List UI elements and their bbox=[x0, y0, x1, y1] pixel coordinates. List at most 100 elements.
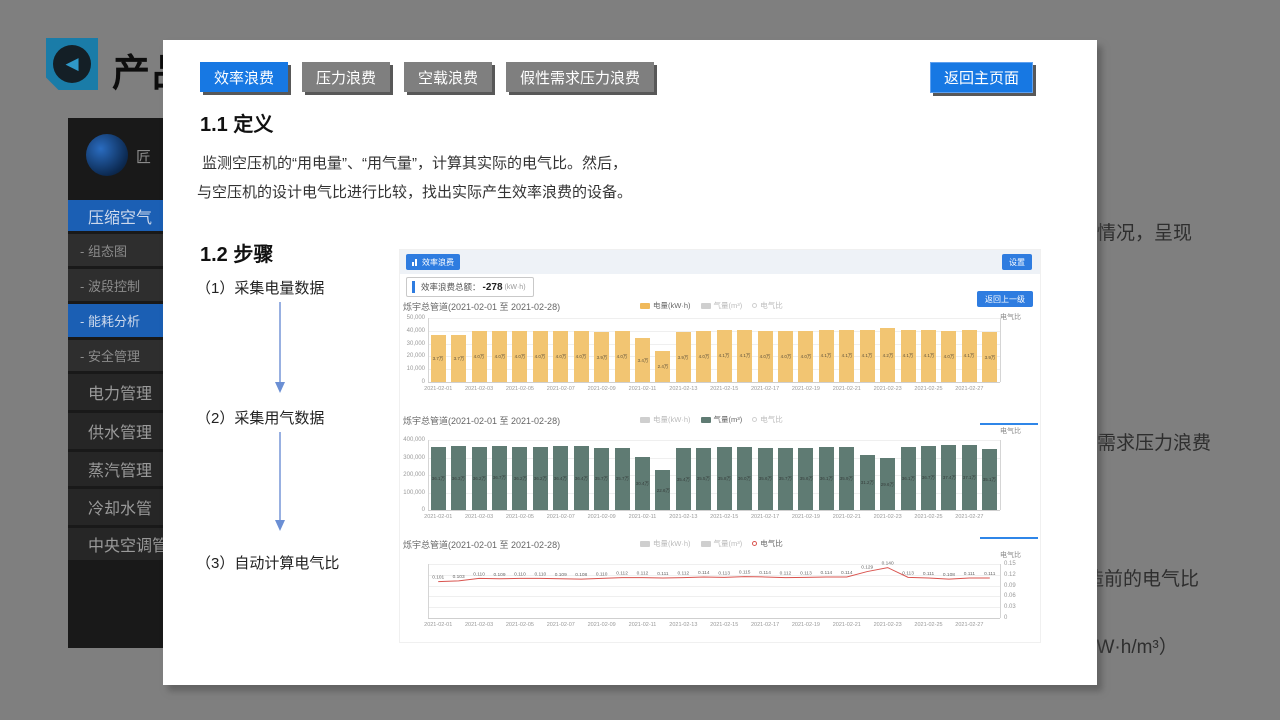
x-axis-tick: 2021-02-27 bbox=[955, 386, 983, 392]
legend-item[interactable]: 电气比 bbox=[752, 538, 783, 549]
right-axis-tick: 0.15 bbox=[1004, 561, 1016, 567]
point-label: 0.111 bbox=[923, 571, 935, 577]
x-axis-tick: 2021-02-17 bbox=[751, 514, 779, 520]
tab-efficiency-waste[interactable]: 效率浪费 bbox=[200, 62, 288, 92]
legend-item[interactable]: 电量(kW·h) bbox=[640, 300, 691, 311]
x-axis-tick: 2021-02-07 bbox=[547, 386, 575, 392]
divider-strip bbox=[980, 537, 1038, 539]
settings-button[interactable]: 设置 bbox=[1002, 254, 1032, 270]
bar-label: 37.1万 bbox=[963, 474, 976, 480]
bar: 36.7万 bbox=[492, 446, 507, 510]
tab-pressure-waste[interactable]: 压力浪费 bbox=[302, 62, 390, 92]
bar-label: 4.0万 bbox=[515, 353, 526, 359]
back-level-button[interactable]: 返回上一级 bbox=[977, 291, 1033, 307]
right-axis-tick: 0 bbox=[1004, 615, 1007, 621]
bar-label: 36.3万 bbox=[452, 475, 465, 481]
legend-item[interactable]: 气量(m³) bbox=[701, 300, 743, 311]
bar-label: 36.4万 bbox=[554, 475, 567, 481]
legend-item[interactable]: 电气比 bbox=[752, 300, 783, 311]
bar: 4.0万 bbox=[533, 331, 548, 382]
y-axis-tick: 400,000 bbox=[400, 437, 425, 443]
x-axis-tick: 2021-02-05 bbox=[506, 514, 534, 520]
x-axis-tick: 2021-02-23 bbox=[874, 514, 902, 520]
sidebar: 匠 压缩空气- 组态图- 波段控制- 能耗分析- 安全管理电力管理供水管理蒸汽管… bbox=[68, 118, 163, 648]
bar: 4.0万 bbox=[778, 331, 793, 382]
sidebar-item[interactable]: 中央空调管 bbox=[68, 528, 163, 560]
x-axis-tick: 2021-02-09 bbox=[588, 386, 616, 392]
bar: 35.6万 bbox=[758, 448, 773, 510]
bar-label: 35.4万 bbox=[677, 476, 690, 482]
sidebar-item[interactable]: - 安全管理 bbox=[68, 340, 163, 371]
bar: 4.0万 bbox=[696, 331, 711, 382]
bar: 36.7万 bbox=[921, 446, 936, 510]
sidebar-item[interactable]: 蒸汽管理 bbox=[68, 452, 163, 486]
bar: 3.7万 bbox=[431, 335, 446, 382]
bar: 4.1万 bbox=[901, 330, 916, 382]
x-axis-tick: 2021-02-11 bbox=[629, 386, 657, 392]
bar-label: 4.2万 bbox=[882, 352, 893, 358]
point-label: 0.109 bbox=[555, 572, 567, 578]
bar: 35.6万 bbox=[798, 448, 813, 510]
steps-heading: 1.2 步骤 bbox=[200, 238, 273, 267]
sidebar-item[interactable]: 供水管理 bbox=[68, 413, 163, 449]
legend-item[interactable]: 电气比 bbox=[752, 414, 783, 425]
logo-text: 匠 bbox=[136, 146, 151, 167]
return-home-button[interactable]: 返回主页面 bbox=[930, 62, 1033, 93]
bar-label: 3.7万 bbox=[433, 355, 444, 361]
y-axis-tick: 200,000 bbox=[400, 472, 425, 478]
right-axis-label: 电气比 bbox=[1000, 426, 1021, 436]
bar: 36.4万 bbox=[574, 446, 589, 510]
bar-label: 4.0万 bbox=[555, 353, 566, 359]
sidebar-item[interactable]: - 组态图 bbox=[68, 234, 163, 266]
y-axis-tick: 50,000 bbox=[400, 315, 425, 321]
bar: 4.0万 bbox=[615, 331, 630, 382]
bar: 35.1万 bbox=[982, 449, 997, 510]
back-button[interactable]: ◀ bbox=[46, 38, 98, 90]
point-label: 0.112 bbox=[678, 571, 690, 577]
chart-title: 烁宇总管道(2021-02-01 至 2021-02-28) bbox=[403, 414, 560, 427]
x-axis-tick: 2021-02-25 bbox=[914, 622, 942, 628]
chart-title: 烁宇总管道(2021-02-01 至 2021-02-28) bbox=[403, 300, 560, 313]
bar: 3.9万 bbox=[982, 332, 997, 382]
bar: 36.4万 bbox=[553, 446, 568, 510]
x-axis-tick: 2021-02-19 bbox=[792, 386, 820, 392]
legend-item[interactable]: 电量(kW·h) bbox=[640, 414, 691, 425]
tab-noload-waste[interactable]: 空载浪费 bbox=[404, 62, 492, 92]
point-label: 0.112 bbox=[780, 571, 792, 577]
y-axis-tick: 0 bbox=[400, 507, 425, 513]
bar: 35.9万 bbox=[839, 447, 854, 510]
x-axis-tick: 2021-02-17 bbox=[751, 622, 779, 628]
sidebar-item[interactable]: 压缩空气 bbox=[68, 200, 163, 231]
point-label: 0.109 bbox=[493, 572, 505, 578]
point-label: 0.129 bbox=[861, 565, 873, 571]
sidebar-item[interactable]: 电力管理 bbox=[68, 374, 163, 410]
x-axis-tick: 2021-02-11 bbox=[629, 514, 657, 520]
efficiency-waste-tag[interactable]: 效率浪费 bbox=[406, 254, 460, 270]
down-arrow-icon bbox=[273, 302, 287, 394]
legend-item[interactable]: 气量(m³) bbox=[701, 414, 743, 425]
tab-false-demand-pressure-waste[interactable]: 假性需求压力浪费 bbox=[506, 62, 654, 92]
bar: 4.0万 bbox=[472, 331, 487, 382]
bar-label: 22.6万 bbox=[656, 487, 669, 493]
legend-item[interactable]: 电量(kW·h) bbox=[640, 538, 691, 549]
y-axis-line bbox=[428, 440, 429, 510]
sidebar-item[interactable]: 冷却水管 bbox=[68, 489, 163, 525]
y-axis-line bbox=[428, 318, 429, 382]
x-axis-tick: 2021-02-13 bbox=[669, 622, 697, 628]
x-axis-tick: 2021-02-11 bbox=[629, 622, 657, 628]
bar: 37.1万 bbox=[962, 445, 977, 510]
chart-legend: 电量(kW·h) 气量(m³) 电气比 bbox=[640, 300, 783, 311]
bar-label: 3.4万 bbox=[637, 357, 648, 363]
sidebar-item[interactable]: - 波段控制 bbox=[68, 269, 163, 301]
right-axis-tick: 0.12 bbox=[1004, 572, 1016, 578]
right-axis-label: 电气比 bbox=[1000, 312, 1021, 322]
point-label: 0.113 bbox=[718, 570, 730, 576]
bg-text-fragment: 情况，呈现 bbox=[1097, 218, 1192, 245]
bar-label: 36.2万 bbox=[513, 475, 526, 481]
bar-label: 4.0万 bbox=[698, 353, 709, 359]
sidebar-item[interactable]: - 能耗分析 bbox=[68, 304, 163, 337]
bar-label: 36.2万 bbox=[534, 475, 547, 481]
bar: 35.8万 bbox=[717, 447, 732, 510]
legend-item[interactable]: 气量(m³) bbox=[701, 538, 743, 549]
bar: 3.9万 bbox=[594, 332, 609, 382]
